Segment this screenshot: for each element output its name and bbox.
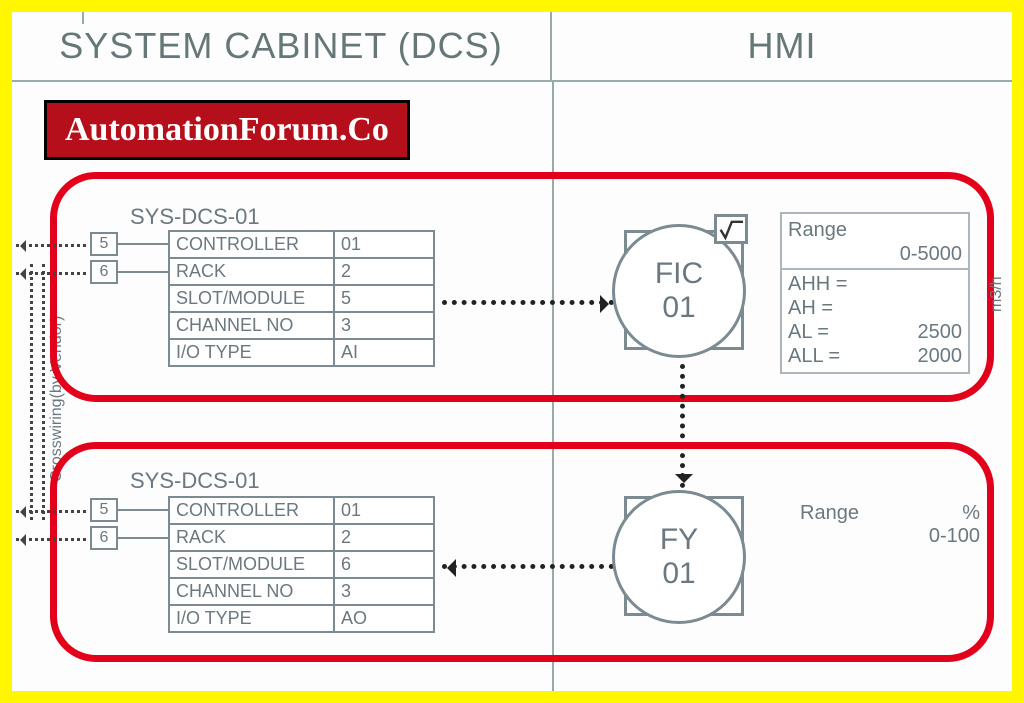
fic-tag: FIC [655, 257, 703, 292]
header-left: SYSTEM CABINET (DCS) [12, 12, 552, 80]
cell-label: CHANNEL NO [169, 312, 334, 339]
cell-label: CHANNEL NO [169, 578, 334, 605]
watermark-banner: AutomationForum.Co [44, 100, 410, 160]
sys-label-1: SYS-DCS-01 [130, 204, 260, 230]
lead-arrow-2b [16, 538, 86, 541]
lead-box-2b: 6 [90, 526, 118, 550]
lead-box-2a: 5 [90, 498, 118, 522]
lead-line-2b [118, 537, 168, 539]
cell-value: 5 [334, 285, 434, 312]
fy-tag: FY [660, 523, 698, 558]
cell-value: 2 [334, 258, 434, 285]
connector-fy-to-table [442, 564, 614, 569]
diagram-frame: SYSTEM CABINET (DCS) HMI AutomationForum… [0, 0, 1024, 703]
cell-label: RACK [169, 258, 334, 285]
alarm-key: AL = [788, 321, 829, 344]
cell-value: 6 [334, 551, 434, 578]
alarm-val: 2500 [918, 321, 963, 344]
fy-num: 01 [662, 557, 695, 592]
fy-circle: FY 01 [612, 490, 746, 624]
lead-box-1a: 5 [90, 232, 118, 256]
lead-line-1a [118, 243, 168, 245]
alarm-key: ALL = [788, 345, 840, 368]
alarm-key: AHH = [788, 273, 847, 296]
io-table-2: CONTROLLER01 RACK2 SLOT/MODULE6 CHANNEL … [168, 496, 435, 633]
crosswiring-brace [30, 264, 33, 520]
range-unit-2: % [962, 502, 980, 525]
io-table-1: CONTROLLER01 RACK2 SLOT/MODULE5 CHANNEL … [168, 230, 435, 367]
cell-label: RACK [169, 524, 334, 551]
cell-value: AI [334, 339, 434, 366]
instrument-fy: FY 01 [624, 496, 744, 616]
lead-arrow-1b [16, 272, 86, 275]
range-span-2: 0-100 [929, 525, 980, 548]
cell-value: 3 [334, 578, 434, 605]
alarm-key: AH = [788, 297, 833, 320]
cell-label: I/O TYPE [169, 339, 334, 366]
cell-label: SLOT/MODULE [169, 285, 334, 312]
fic-num: 01 [662, 291, 695, 326]
range-span: 0-5000 [900, 243, 962, 266]
cell-label: SLOT/MODULE [169, 551, 334, 578]
lead-line-1b [118, 271, 168, 273]
cell-value: 01 [334, 497, 434, 524]
crosswiring-brace-inner [42, 264, 45, 520]
range-box-2: Range% 0-100 [800, 502, 980, 548]
cell-value: 2 [334, 524, 434, 551]
header-row: SYSTEM CABINET (DCS) HMI [12, 12, 1012, 82]
cell-value: 3 [334, 312, 434, 339]
sqrt-icon [714, 214, 748, 244]
range-title: Range [788, 219, 847, 242]
alarm-val: 2000 [918, 345, 963, 368]
lead-box-1b: 6 [90, 260, 118, 284]
connector-table-to-fic [442, 300, 614, 305]
lead-line-2a [118, 509, 168, 511]
cell-label: CONTROLLER [169, 231, 334, 258]
cell-value: 01 [334, 231, 434, 258]
header-right: HMI [552, 12, 1012, 80]
range-title-2: Range [800, 502, 859, 525]
cell-label: CONTROLLER [169, 497, 334, 524]
range-unit-1: m3/h [988, 276, 1006, 312]
cell-value: AO [334, 605, 434, 632]
lead-arrow-2a [16, 510, 86, 513]
lead-arrow-1a [16, 244, 86, 247]
cell-label: I/O TYPE [169, 605, 334, 632]
range-box-1: Range 0-5000 AHH = AH = AL = 2500 ALL = 20… [780, 212, 970, 374]
instrument-fic: FIC 01 [624, 230, 744, 350]
sys-label-2: SYS-DCS-01 [130, 468, 260, 494]
